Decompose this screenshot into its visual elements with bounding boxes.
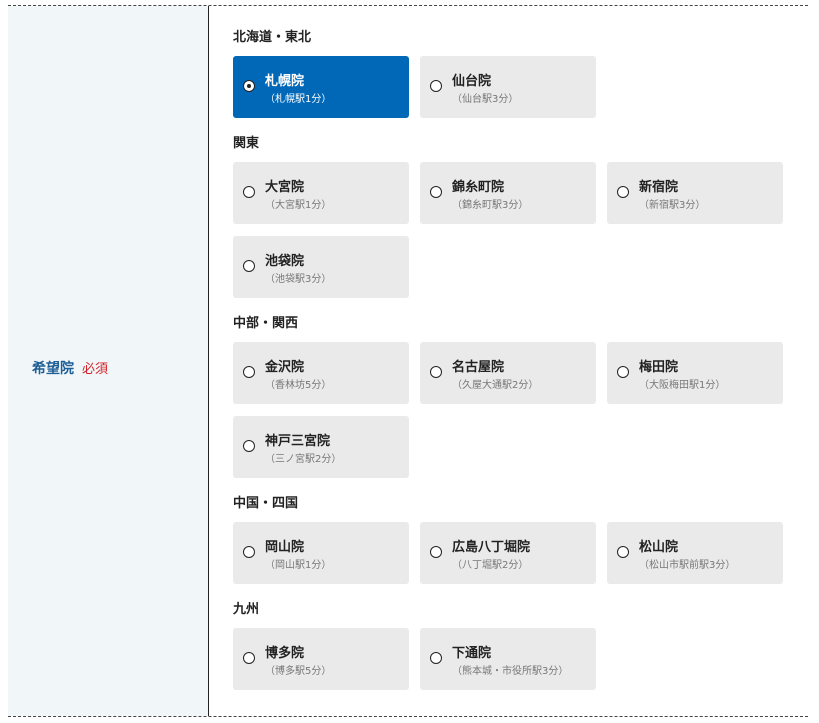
clinic-access: （八丁堀駅2分） (452, 560, 529, 571)
clinic-name: 松山院 (639, 540, 679, 555)
region-title: 中部・関西 (233, 316, 299, 331)
clinic-name: 神戸三宮院 (265, 434, 331, 449)
radio-button[interactable] (243, 652, 255, 664)
clinic-name: 金沢院 (265, 360, 305, 375)
clinic-access: （博多駅5分） (265, 666, 332, 677)
clinic-access: （新宿駅3分） (639, 200, 706, 211)
clinic-access: （三ノ宮駅2分） (265, 454, 342, 465)
radio-button[interactable] (430, 652, 442, 664)
clinic-name: 新宿院 (639, 180, 679, 195)
clinic-option-card[interactable]: 名古屋院 （久屋大通駅2分） (420, 342, 596, 404)
radio-button[interactable] (430, 186, 442, 198)
region-title: 中国・四国 (233, 496, 299, 511)
clinic-name: 広島八丁堀院 (452, 540, 531, 555)
clinic-access: （仙台駅3分） (452, 94, 519, 105)
clinic-option-card[interactable]: 神戸三宮院 （三ノ宮駅2分） (233, 416, 409, 478)
clinic-option-card[interactable]: 錦糸町院 （錦糸町駅3分） (420, 162, 596, 224)
clinic-name: 札幌院 (265, 74, 305, 89)
clinic-access: （松山市駅前駅3分） (639, 560, 736, 571)
clinic-option-card[interactable]: 下通院 （熊本城・市役所駅3分） (420, 628, 596, 690)
clinic-option-card[interactable]: 仙台院 （仙台駅3分） (420, 56, 596, 118)
radio-button[interactable] (243, 440, 255, 452)
clinic-access: （久屋大通駅2分） (452, 380, 539, 391)
clinic-name: 梅田院 (639, 360, 679, 375)
radio-button[interactable] (430, 546, 442, 558)
region-title: 九州 (233, 602, 260, 617)
clinic-option-card[interactable]: 岡山院 （岡山駅1分） (233, 522, 409, 584)
clinic-option-card[interactable]: 札幌院 （札幌駅1分） (233, 56, 409, 118)
clinic-option-card[interactable]: 広島八丁堀院 （八丁堀駅2分） (420, 522, 596, 584)
radio-button[interactable] (617, 186, 629, 198)
clinic-name: 博多院 (265, 646, 305, 661)
label-column: 希望院 必須 (8, 6, 209, 716)
radio-button[interactable] (243, 80, 255, 92)
clinic-name: 岡山院 (265, 540, 305, 555)
clinic-option-card[interactable]: 金沢院 （香林坊5分） (233, 342, 409, 404)
clinic-name: 錦糸町院 (452, 180, 505, 195)
clinic-option-card[interactable]: 新宿院 （新宿駅3分） (607, 162, 783, 224)
clinic-access: （岡山駅1分） (265, 560, 332, 571)
required-badge: 必須 (82, 362, 109, 377)
radio-button[interactable] (430, 80, 442, 92)
radio-button[interactable] (243, 366, 255, 378)
clinic-selection-form: 希望院 必須 北海道・東北札幌院 （札幌駅1分） 仙台院 （仙台駅3分） 関東大宮院 （大宮… (0, 0, 819, 723)
region-title: 関東 (233, 136, 260, 151)
clinic-access: （大宮駅1分） (265, 200, 332, 211)
radio-button[interactable] (243, 260, 255, 272)
bottom-divider (8, 716, 808, 717)
region-title: 北海道・東北 (233, 30, 312, 45)
field-label: 希望院 必須 (32, 358, 108, 378)
clinic-name: 池袋院 (265, 254, 305, 269)
clinic-access: （熊本城・市役所駅3分） (452, 666, 569, 677)
clinic-access: （池袋駅3分） (265, 274, 332, 285)
clinic-options-area: 北海道・東北札幌院 （札幌駅1分） 仙台院 （仙台駅3分） 関東大宮院 （大宮駅1分） 錦糸… (209, 6, 809, 716)
clinic-access: （札幌駅1分） (265, 94, 332, 105)
clinic-name: 仙台院 (452, 74, 492, 89)
clinic-access: （錦糸町駅3分） (452, 200, 529, 211)
clinic-option-card[interactable]: 松山院 （松山市駅前駅3分） (607, 522, 783, 584)
clinic-option-card[interactable]: 博多院 （博多駅5分） (233, 628, 409, 690)
clinic-access: （大阪梅田駅1分） (639, 380, 726, 391)
clinic-name: 大宮院 (265, 180, 305, 195)
clinic-name: 名古屋院 (452, 360, 505, 375)
radio-button[interactable] (243, 546, 255, 558)
radio-button[interactable] (617, 366, 629, 378)
clinic-name: 下通院 (452, 646, 492, 661)
clinic-option-card[interactable]: 池袋院 （池袋駅3分） (233, 236, 409, 298)
field-label-text: 希望院 (32, 361, 74, 377)
clinic-option-card[interactable]: 梅田院 （大阪梅田駅1分） (607, 342, 783, 404)
clinic-access: （香林坊5分） (265, 380, 332, 391)
clinic-option-card[interactable]: 大宮院 （大宮駅1分） (233, 162, 409, 224)
radio-button[interactable] (243, 186, 255, 198)
radio-button[interactable] (430, 366, 442, 378)
radio-button[interactable] (617, 546, 629, 558)
